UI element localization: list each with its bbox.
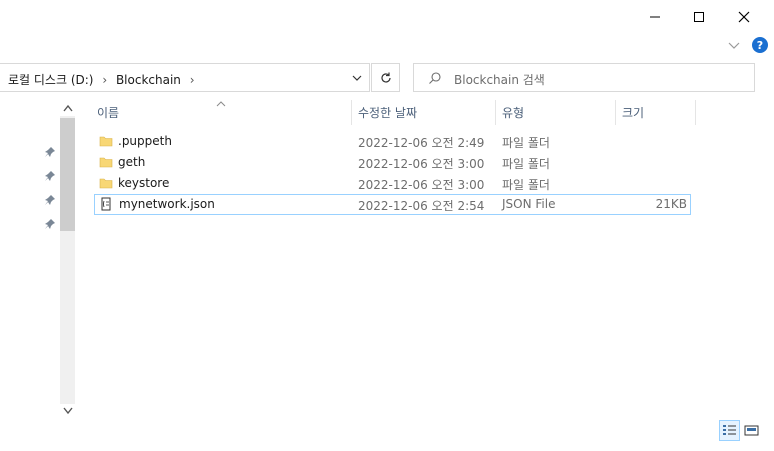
search-box[interactable]: Blockchain 검색 — [413, 63, 755, 92]
folder-icon — [99, 178, 113, 189]
file-date: 2022-12-06 오전 2:54 — [358, 199, 485, 213]
file-row[interactable]: mynetwork.json 2022-12-06 오전 2:54 JSON F… — [94, 194, 691, 215]
help-button[interactable]: ? — [752, 37, 768, 53]
file-type: 파일 폴더 — [502, 157, 550, 171]
chevron-up-icon — [62, 104, 73, 112]
breadcrumb[interactable]: 로컬 디스크 (D:) › Blockchain › — [8, 71, 200, 88]
chevron-down-icon — [728, 42, 740, 49]
chevron-down-icon — [62, 407, 73, 415]
large-icons-view-button[interactable] — [741, 420, 762, 441]
maximize-button[interactable] — [676, 0, 722, 34]
column-divider[interactable] — [351, 100, 352, 125]
sort-ascending-icon — [216, 96, 226, 110]
minimize-icon — [650, 16, 660, 18]
chevron-right-icon: › — [102, 73, 108, 87]
address-bar[interactable]: 로컬 디스크 (D:) › Blockchain › — [0, 63, 370, 92]
maximize-icon — [694, 12, 704, 22]
column-divider[interactable] — [615, 100, 616, 125]
ribbon-expand-button[interactable] — [727, 38, 741, 52]
file-type: JSON File — [502, 197, 556, 211]
file-date: 2022-12-06 오전 3:00 — [358, 178, 485, 192]
column-divider[interactable] — [695, 100, 696, 125]
close-button[interactable] — [721, 0, 767, 34]
scroll-up-button[interactable] — [60, 100, 75, 116]
details-view-button[interactable] — [719, 420, 740, 441]
folder-icon — [99, 136, 113, 147]
chevron-down-icon — [352, 75, 361, 81]
pin-icon — [45, 171, 55, 181]
pin-icon — [45, 195, 55, 205]
column-header-type[interactable]: 유형 — [502, 104, 524, 121]
file-date: 2022-12-06 오전 3:00 — [358, 157, 485, 171]
file-date: 2022-12-06 오전 2:49 — [358, 136, 485, 150]
breadcrumb-segment-folder[interactable]: Blockchain — [116, 73, 181, 87]
address-history-dropdown[interactable] — [343, 63, 370, 92]
column-header-date[interactable]: 수정한 날짜 — [358, 104, 417, 121]
file-row[interactable]: geth 2022-12-06 오전 3:00 파일 폴더 — [94, 152, 691, 173]
large-icons-view-icon — [744, 425, 759, 436]
search-icon — [429, 72, 441, 84]
file-row[interactable]: .puppeth 2022-12-06 오전 2:49 파일 폴더 — [94, 131, 691, 152]
file-size: 21KB — [655, 197, 687, 211]
column-divider[interactable] — [495, 100, 496, 125]
refresh-button[interactable] — [371, 63, 400, 92]
nav-scrollbar-thumb[interactable] — [60, 118, 75, 231]
file-row[interactable]: keystore 2022-12-06 오전 3:00 파일 폴더 — [94, 173, 691, 194]
breadcrumb-segment-drive[interactable]: 로컬 디스크 (D:) — [8, 73, 93, 87]
file-type: 파일 폴더 — [502, 178, 550, 192]
json-file-icon — [101, 197, 111, 211]
pin-icon — [45, 147, 55, 157]
search-input[interactable]: Blockchain 검색 — [454, 71, 545, 88]
file-name: .puppeth — [118, 134, 172, 148]
chevron-right-icon: › — [189, 73, 195, 87]
details-view-icon — [723, 425, 736, 435]
help-icon: ? — [756, 38, 764, 52]
column-header-size[interactable]: 크기 — [622, 104, 644, 121]
scroll-down-button[interactable] — [60, 403, 75, 419]
file-type: 파일 폴더 — [502, 136, 550, 150]
close-icon — [738, 11, 750, 23]
refresh-icon — [380, 72, 391, 83]
minimize-button[interactable] — [632, 0, 678, 34]
pin-icon — [45, 219, 55, 229]
file-name: geth — [118, 155, 146, 169]
column-header-name[interactable]: 이름 — [97, 104, 119, 121]
folder-icon — [99, 157, 113, 168]
file-name: mynetwork.json — [119, 197, 215, 211]
file-name: keystore — [118, 176, 170, 190]
